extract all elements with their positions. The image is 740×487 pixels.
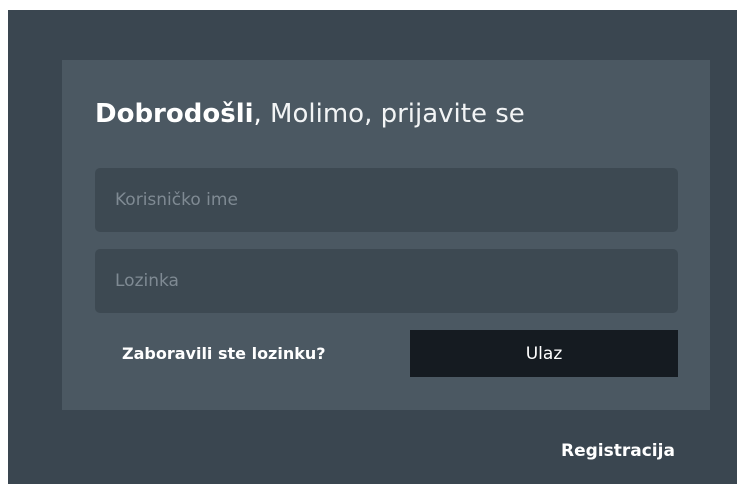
login-title: Dobrodošli, Molimo, prijavite se: [95, 99, 525, 129]
register-link[interactable]: Registracija: [561, 441, 675, 461]
login-page: Dobrodošli, Molimo, prijavite se Zaborav…: [8, 10, 737, 484]
title-welcome: Dobrodošli: [95, 99, 254, 129]
username-input[interactable]: [95, 168, 678, 232]
login-button[interactable]: Ulaz: [410, 330, 678, 377]
title-comma: ,: [253, 99, 262, 129]
forgot-password-link[interactable]: Zaboravili ste lozinku?: [122, 344, 326, 363]
title-prompt: Molimo, prijavite se: [261, 99, 525, 129]
login-panel: Dobrodošli, Molimo, prijavite se Zaborav…: [62, 60, 710, 410]
password-input[interactable]: [95, 249, 678, 313]
